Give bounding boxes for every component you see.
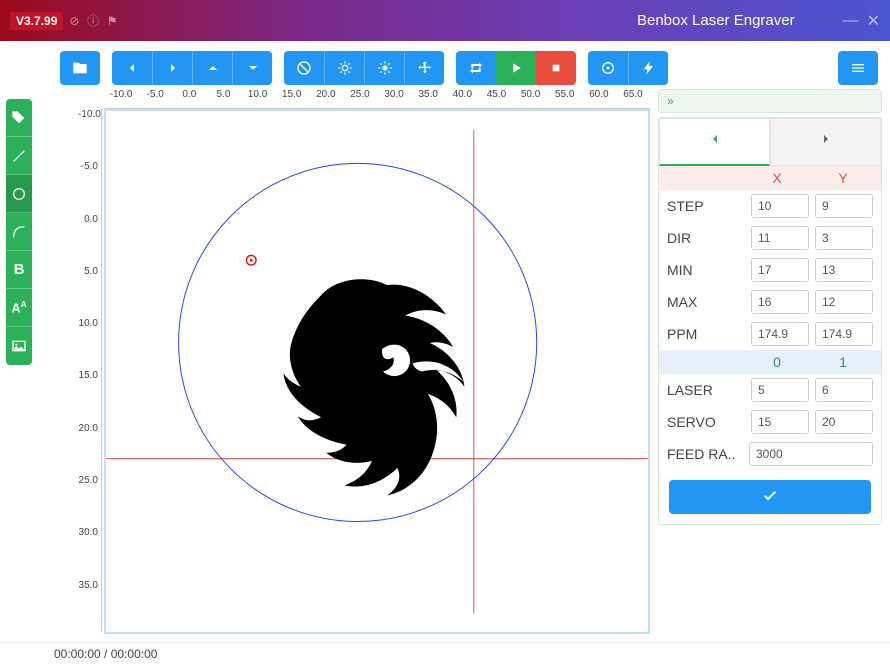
circle-tool[interactable] (6, 175, 32, 213)
bold-tool[interactable]: B (6, 251, 32, 289)
step-x-input[interactable] (751, 194, 809, 218)
ruler-horizontal: -10.0-5.00.05.010.015.020.025.030.035.04… (104, 89, 650, 109)
status-time: 00:00:00 / 00:00:00 (54, 647, 157, 661)
row-step: STEP (659, 190, 881, 222)
sun-outline-button[interactable] (324, 51, 364, 85)
dir-y-input[interactable] (815, 226, 873, 250)
canvas[interactable] (104, 109, 650, 634)
info-icon: ⓘ (87, 14, 99, 28)
row-dir: DIR (659, 222, 881, 254)
arc-tool[interactable] (6, 213, 32, 251)
side-panel: » X Y STEP DIR MI (658, 89, 890, 642)
open-file-button[interactable] (60, 51, 100, 85)
xy-header: X Y (659, 166, 881, 190)
row-feedrate: FEED RA.. (659, 438, 881, 470)
version-badge: V3.7.99 (10, 12, 63, 30)
laser-0-input[interactable] (751, 378, 809, 402)
zo-header: 0 1 (659, 350, 881, 374)
row-max: MAX (659, 286, 881, 318)
panel-collapse-header[interactable]: » (659, 90, 881, 112)
jog-right-button[interactable] (152, 51, 192, 85)
top-toolbar (0, 41, 890, 89)
min-x-input[interactable] (751, 258, 809, 282)
panel-nav-prev[interactable] (659, 118, 770, 166)
ppm-y-input[interactable] (815, 322, 873, 346)
image-tool[interactable] (6, 327, 32, 365)
jog-up-button[interactable] (192, 51, 232, 85)
minimize-button[interactable]: — (843, 12, 859, 30)
laser-1-input[interactable] (815, 378, 873, 402)
target-button[interactable] (588, 51, 628, 85)
line-tool[interactable] (6, 137, 32, 175)
bolt-button[interactable] (628, 51, 668, 85)
titlebar-icons: ⊘ ⓘ ⚑ (69, 12, 121, 29)
tag-tool[interactable] (6, 99, 32, 137)
canvas-area: -10.0-5.00.05.010.015.020.025.030.035.04… (38, 89, 658, 642)
ban-button[interactable] (284, 51, 324, 85)
statusbar: 00:00:00 / 00:00:00 (0, 642, 890, 666)
close-button[interactable]: ✕ (867, 11, 880, 31)
play-button[interactable] (496, 51, 536, 85)
repeat-button[interactable] (456, 51, 496, 85)
menu-button[interactable] (838, 51, 878, 85)
panel-nav (659, 118, 881, 166)
jog-left-button[interactable] (112, 51, 152, 85)
main-content: B AA -10.0-5.00.05.010.015.020.025.030.0… (0, 89, 890, 642)
confirm-button[interactable] (669, 480, 871, 514)
panel-nav-next[interactable] (770, 118, 881, 166)
step-y-input[interactable] (815, 194, 873, 218)
titlebar: V3.7.99 ⊘ ⓘ ⚑ Benbox Laser Engraver — ✕ (0, 0, 890, 41)
text-tool[interactable]: AA (6, 289, 32, 327)
dir-x-input[interactable] (751, 226, 809, 250)
jog-down-button[interactable] (232, 51, 272, 85)
min-y-input[interactable] (815, 258, 873, 282)
row-servo: SERVO (659, 406, 881, 438)
chevron-right-icon: » (667, 94, 674, 108)
stop-button[interactable] (536, 51, 576, 85)
max-y-input[interactable] (815, 290, 873, 314)
servo-1-input[interactable] (815, 410, 873, 434)
move-button[interactable] (404, 51, 444, 85)
app-title: Benbox Laser Engraver (637, 12, 795, 29)
clock-icon: ⊘ (69, 14, 79, 28)
row-min: MIN (659, 254, 881, 286)
flag-icon: ⚑ (107, 14, 118, 28)
servo-0-input[interactable] (751, 410, 809, 434)
sun-fill-button[interactable] (364, 51, 404, 85)
canvas-svg (106, 111, 648, 632)
row-laser: LASER (659, 374, 881, 406)
ppm-x-input[interactable] (751, 322, 809, 346)
max-x-input[interactable] (751, 290, 809, 314)
feedrate-input[interactable] (749, 442, 873, 466)
eagle-artwork (284, 279, 465, 495)
row-ppm: PPM (659, 318, 881, 350)
ruler-vertical: -10.0-5.00.05.010.015.020.025.030.035.0 (78, 109, 102, 632)
left-toolbar: B AA (0, 89, 38, 642)
